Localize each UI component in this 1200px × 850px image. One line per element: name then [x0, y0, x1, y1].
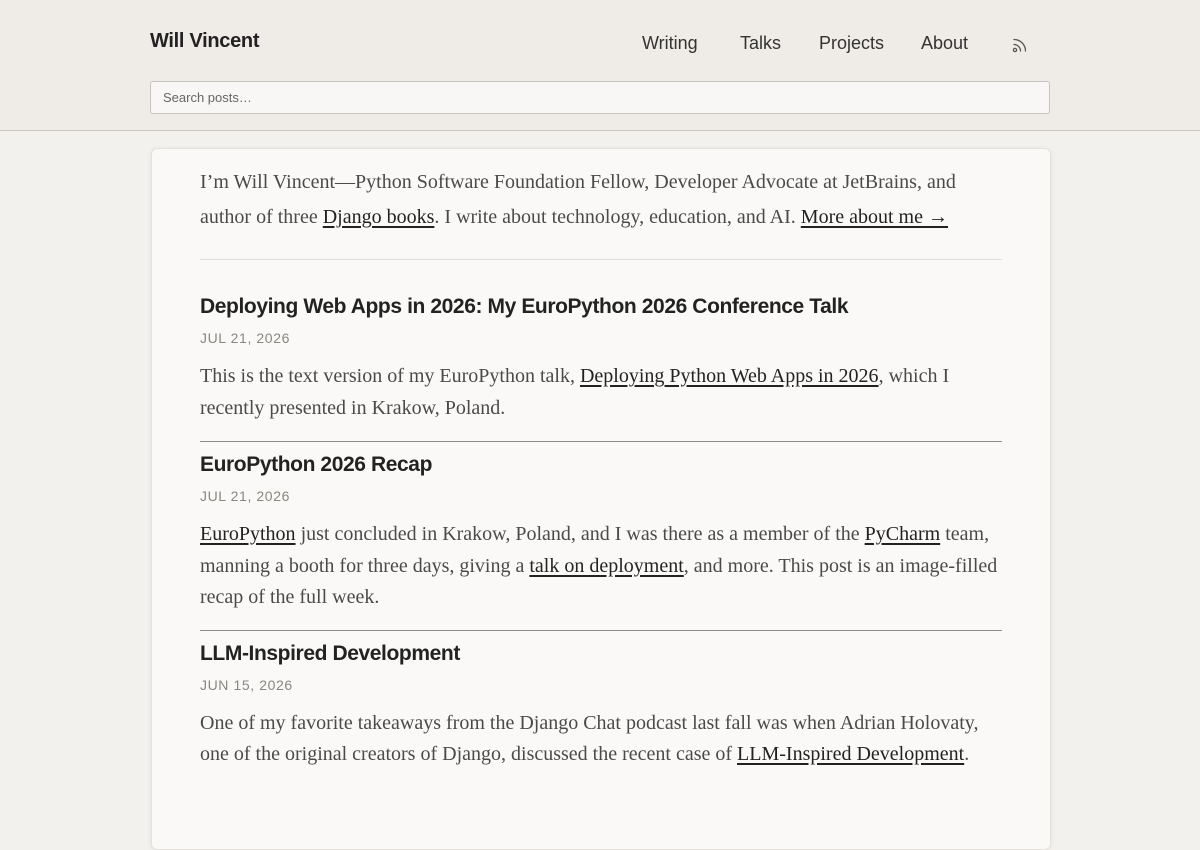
excerpt-text: .: [964, 743, 970, 765]
django-books-link[interactable]: Django books: [323, 206, 435, 228]
llm-inspired-link[interactable]: LLM-Inspired Development: [737, 743, 964, 765]
post-item: Deploying Web Apps in 2026: My EuroPytho…: [200, 293, 1002, 424]
intro-text: I’m Will Vincent—Python Software Foundat…: [200, 165, 1002, 235]
post-excerpt: One of my favorite takeaways from the Dj…: [200, 708, 1002, 771]
nav-about[interactable]: About: [921, 33, 968, 54]
content-card: I’m Will Vincent—Python Software Foundat…: [151, 148, 1051, 850]
intro-text-2: . I write about technology, education, a…: [434, 206, 801, 228]
nav-writing[interactable]: Writing: [642, 33, 698, 54]
talk-on-deployment-link[interactable]: talk on deployment: [529, 555, 683, 577]
nav-projects[interactable]: Projects: [819, 33, 884, 54]
intro-divider: [200, 259, 1002, 260]
deploying-talk-link[interactable]: Deploying Python Web Apps in 2026: [580, 365, 879, 387]
pycharm-link[interactable]: PyCharm: [865, 523, 941, 545]
post-item: EuroPython 2026 Recap JUL 21, 2026 EuroP…: [200, 451, 1002, 614]
post-date: JUL 21, 2026: [200, 488, 290, 504]
post-title[interactable]: Deploying Web Apps in 2026: My EuroPytho…: [200, 293, 1002, 321]
post-excerpt: This is the text version of my EuroPytho…: [200, 361, 1002, 424]
post-title[interactable]: EuroPython 2026 Recap: [200, 451, 1002, 479]
europython-link[interactable]: EuroPython: [200, 523, 296, 545]
rss-icon[interactable]: [1012, 37, 1028, 53]
content-inner: I’m Will Vincent—Python Software Foundat…: [200, 165, 1002, 771]
site-title[interactable]: Will Vincent: [150, 30, 260, 53]
excerpt-text: just concluded in Krakow, Poland, and I …: [295, 523, 865, 545]
excerpt-text: This is the text version of my EuroPytho…: [200, 365, 580, 387]
post-divider: [200, 629, 1002, 631]
post-excerpt: EuroPython just concluded in Krakow, Pol…: [200, 519, 1002, 614]
post-item: LLM-Inspired Development JUN 15, 2026 On…: [200, 640, 1002, 771]
site-header: Will Vincent Writing Talks Projects Abou…: [0, 0, 1200, 131]
post-title[interactable]: LLM-Inspired Development: [200, 640, 1002, 668]
post-date: JUL 21, 2026: [200, 330, 290, 346]
post-date: JUN 15, 2026: [200, 676, 293, 693]
main-nav: Writing Talks Projects About: [600, 33, 1040, 57]
nav-talks[interactable]: Talks: [740, 33, 781, 54]
search-input[interactable]: [150, 81, 1050, 114]
more-about-me-link[interactable]: More about me →: [801, 206, 948, 228]
post-divider: [200, 441, 1002, 442]
